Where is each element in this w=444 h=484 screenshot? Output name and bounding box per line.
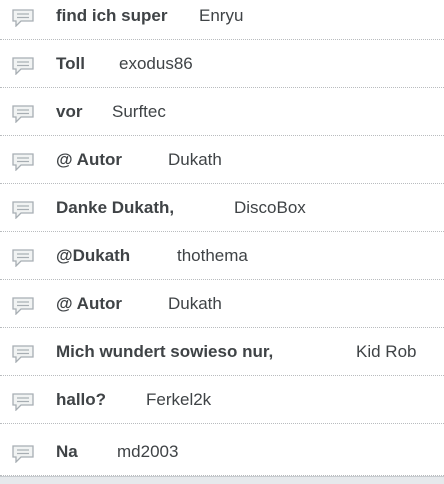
comment-author[interactable]: exodus86 — [119, 54, 193, 74]
comment-row[interactable]: vor Surftec — [0, 92, 444, 136]
comment-icon — [12, 249, 34, 267]
comment-row[interactable]: @ Autor Dukath — [0, 140, 444, 184]
comment-author[interactable]: DiscoBox — [234, 198, 306, 218]
comment-row[interactable]: @Dukath thothema — [0, 236, 444, 280]
comment-row[interactable]: Mich wundert sowieso nur, Kid Rob — [0, 332, 444, 376]
comment-icon — [12, 201, 34, 219]
comment-row[interactable]: Toll exodus86 — [0, 44, 444, 88]
comment-title[interactable]: find ich super — [56, 6, 167, 26]
comment-title[interactable]: hallo? — [56, 390, 106, 410]
comment-icon — [12, 345, 34, 363]
comment-title[interactable]: vor — [56, 102, 82, 122]
comment-author[interactable]: Enryu — [199, 6, 243, 26]
comment-title[interactable]: Toll — [56, 54, 85, 74]
comment-title[interactable]: Danke Dukath, — [56, 198, 174, 218]
comment-title[interactable]: @Dukath — [56, 246, 130, 266]
comment-title[interactable]: @ Autor — [56, 294, 122, 314]
comment-row[interactable]: find ich super Enryu — [0, 0, 444, 40]
comment-row[interactable]: hallo? Ferkel2k — [0, 380, 444, 424]
comment-title[interactable]: Na — [56, 442, 78, 462]
comment-list: find ich super Enryu Toll exodus86 vor S… — [0, 0, 444, 484]
bottom-scroll-edge — [0, 476, 444, 484]
comment-icon — [12, 393, 34, 411]
comment-icon — [12, 297, 34, 315]
comment-icon — [12, 153, 34, 171]
comment-author[interactable]: md2003 — [117, 442, 178, 462]
comment-title[interactable]: Mich wundert sowieso nur, — [56, 342, 273, 362]
comment-author[interactable]: Surftec — [112, 102, 166, 122]
comment-title[interactable]: @ Autor — [56, 150, 122, 170]
comment-author[interactable]: thothema — [177, 246, 248, 266]
comment-icon — [12, 105, 34, 123]
comment-icon — [12, 9, 34, 27]
comment-row[interactable]: Danke Dukath, DiscoBox — [0, 188, 444, 232]
comment-author[interactable]: Dukath — [168, 294, 222, 314]
comment-row[interactable]: @ Autor Dukath — [0, 284, 444, 328]
comment-author[interactable]: Dukath — [168, 150, 222, 170]
comment-author[interactable]: Ferkel2k — [146, 390, 211, 410]
comment-icon — [12, 445, 34, 463]
comment-icon — [12, 57, 34, 75]
comment-row[interactable]: Na md2003 — [0, 432, 444, 476]
comment-author[interactable]: Kid Rob — [356, 342, 416, 362]
